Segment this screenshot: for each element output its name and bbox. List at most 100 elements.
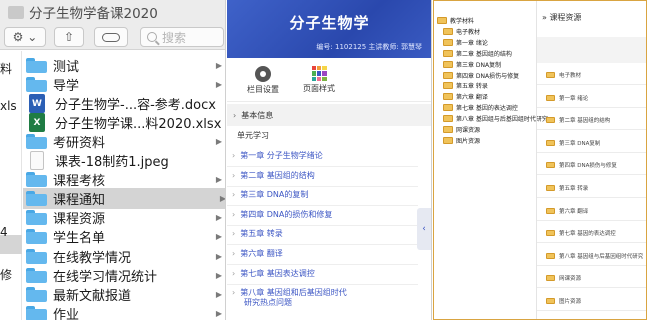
folder-icon [26,229,47,245]
parent-column: 料 xls 4 修 [0,51,22,320]
resource-divider [537,242,646,244]
disclosure-arrow-icon: ▶ [215,308,222,318]
tree-node[interactable]: 第七章 基因的表达调控 [443,103,518,112]
tree-node-label: 第八章 基因组与后基因组时代研究 [456,116,548,124]
unit-section-label: 单元学习 [237,131,269,140]
file-name: 考研资料 [53,136,106,152]
tree-node-label: 网课资源 [456,127,481,134]
chapter-link[interactable]: › 第四章 DNA的损伤和修复 [232,210,332,220]
parent-column-item[interactable]: 4 [0,225,8,239]
folder-icon [546,298,555,304]
image-file-icon [30,151,44,171]
resource-item[interactable]: 第七章 基因的表达调控 [537,229,646,237]
tree-node-label: 第一章 绪论 [456,39,488,47]
tree-node[interactable]: 第五章 转录 [443,81,488,90]
chapter-link[interactable]: › 第三章 DNA的复制 [232,190,308,200]
action-menu-button[interactable]: ⚙︎ ⌄ [4,27,46,47]
disclosure-arrow-icon: ▶ [215,80,222,90]
basic-info-nav[interactable]: › 基本信息 [227,104,431,126]
chapter-link[interactable]: › 第五章 转录 [232,229,283,239]
file-name: 课程考核 [53,174,106,190]
folder-icon [546,252,555,259]
file-list-item[interactable]: 学生名单 ▶ [26,226,222,247]
tree-node[interactable]: 第一章 绪论 [443,38,488,47]
folder-icon [546,230,555,237]
collapse-sidebar-button[interactable]: ‹ [417,208,431,250]
file-list-item[interactable]: 考研资料 ▶ [26,131,222,152]
chevron-right-icon: › [232,190,236,200]
resource-item[interactable]: 网课资源 [537,274,646,282]
resource-item-label: 第一章 绪论 [559,95,589,102]
grid-cell [322,71,327,76]
parent-column-item[interactable]: xls [0,99,17,113]
chapter-link[interactable]: › 第七章 基因表达调控 [232,269,315,279]
file-name: 课表-18制药1.jpeg [55,155,169,171]
resource-item[interactable]: 第二章 基因组的结构 [537,116,646,125]
resource-filter-bar [537,37,646,63]
folder-icon [26,58,47,73]
tag-button[interactable] [94,27,128,47]
resource-item[interactable]: 第四章 DNA损伤与修复 [537,161,646,169]
file-list-item[interactable]: 课程通知 ▶ [23,188,225,210]
window-title: 分子生物学备课2020 [29,6,158,22]
file-list-item[interactable]: 导学 ▶ [26,74,222,95]
chapter-link[interactable]: › 第六章 翻译 [232,249,283,259]
resource-divider [537,84,646,85]
course-header: 分子生物学 编号: 1102125 主讲教师: 郭慧琴 [227,0,431,58]
chapter-label: 第六章 翻译 [240,249,283,258]
file-list-item[interactable]: 课程考核 ▶ [26,169,222,190]
chevron-right-icon: › [232,229,236,239]
folder-icon [26,172,47,188]
tree-node[interactable]: 网课资源 [443,125,480,134]
tree-node[interactable]: 第二章 基因组的结构 [443,49,512,58]
file-list-item[interactable]: X 分子生物学课...料2020.xlsx [26,112,222,133]
file-list-item[interactable]: 在线学习情况统计 ▶ [26,265,222,286]
file-list-item[interactable]: 课表-18制药1.jpeg [26,150,222,171]
resource-item[interactable]: 第五章 转录 [537,184,646,192]
folder-icon [546,275,555,282]
file-list-item[interactable]: 在线教学情况 ▶ [26,246,222,267]
tree-node[interactable]: 图片资源 [443,136,480,145]
tree-node[interactable]: 第三章 DNA复制 [443,60,501,69]
resource-divider [537,287,646,289]
file-list-item[interactable]: 测试 ▶ [26,55,222,76]
resource-item[interactable]: 第三章 DNA复制 [537,139,646,147]
chapter-divider [227,264,418,265]
tree-node[interactable]: 教学材料 [437,16,474,25]
tree-node[interactable]: 第六章 翻译 [443,92,488,101]
parent-column-item[interactable]: 修 [0,266,12,283]
resource-item-label: 第二章 基因组的结构 [559,118,611,125]
file-list-item[interactable]: 课程资源 ▶ [26,207,222,228]
share-button[interactable]: ⇧ [54,27,84,47]
column-settings-button[interactable]: 栏目设置 [233,66,293,95]
resource-item-label: 第五章 转录 [559,186,589,192]
tree-node[interactable]: 第四章 DNA损伤与修复 [443,71,519,80]
parent-column-item[interactable]: 料 [0,60,12,77]
folder-icon [437,17,447,24]
file-list-item[interactable]: 最新文献报道 ▶ [26,284,222,305]
chevron-right-icon: › [232,209,236,219]
gear-icon [255,66,271,82]
tree-node[interactable]: 电子教材 [443,27,480,36]
resource-item[interactable]: 第八章 基因组与后基因组时代研究 [537,252,646,260]
resource-divider [537,151,646,153]
resource-item[interactable]: 电子教材 [537,71,646,79]
page-style-button[interactable]: 页面样式 [289,66,349,94]
chapter-link[interactable]: › 第一章 分子生物学绪论 [232,151,323,161]
search-field[interactable]: 搜索 [140,27,224,47]
resource-item[interactable]: 第六章 翻译 [537,207,646,215]
tree-node[interactable]: 第八章 基因组与后基因组时代研究 [443,114,548,123]
file-list-item[interactable]: 作业 ▶ [26,303,222,320]
file-list-item[interactable]: W 分子生物学-...容-参考.docx [26,93,222,114]
file-name: 作业 [53,307,80,320]
resource-item[interactable]: 第一章 绪论 [537,94,646,102]
resource-item[interactable]: 图片资源 [537,297,646,305]
search-icon [147,32,157,42]
chapter-link[interactable]: › 第二章 基因组的结构 [232,171,315,181]
chapter-link[interactable]: › 第八章 基因组和后基因组时代 研究热点问题 [232,288,347,308]
gear-icon: ⚙︎ ⌄ [12,30,38,44]
file-name: 在线教学情况 [53,250,132,266]
basic-info-label: 基本信息 [241,110,274,120]
tree-node-label: 第三章 DNA复制 [456,61,502,69]
disclosure-arrow-icon: ▶ [215,270,222,280]
